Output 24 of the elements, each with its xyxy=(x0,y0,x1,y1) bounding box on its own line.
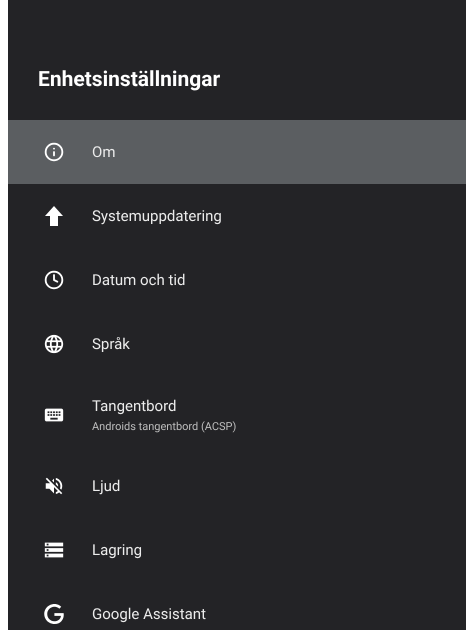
menu-item[interactable]: Systemuppdatering xyxy=(8,184,466,248)
globe-icon xyxy=(43,333,65,355)
item-subtitle: Androids tangentbord (ACSP) xyxy=(92,419,236,435)
up-arrow-icon xyxy=(44,205,64,227)
menu-item[interactable]: Lagring xyxy=(8,518,466,582)
clock-icon xyxy=(44,270,64,290)
menu-item[interactable]: Google Assistant xyxy=(8,582,466,630)
menu-item[interactable]: Ljud xyxy=(8,454,466,518)
item-label: Datum och tid xyxy=(92,270,186,291)
item-label: Google Assistant xyxy=(92,604,206,625)
muted-speaker-icon xyxy=(43,475,65,497)
menu-item[interactable]: Språk xyxy=(8,312,466,376)
item-label: Ljud xyxy=(92,476,120,497)
info-icon xyxy=(44,142,64,162)
google-icon xyxy=(44,604,64,624)
item-label: Språk xyxy=(92,334,130,355)
menu-item[interactable]: Om xyxy=(8,120,466,184)
menu-item[interactable]: Tangentbord Androids tangentbord (ACSP) xyxy=(8,376,466,454)
item-label: Om xyxy=(92,142,116,163)
panel-title: Enhetsinställningar xyxy=(38,66,220,94)
item-label: Lagring xyxy=(92,540,142,561)
item-label: Systemuppdatering xyxy=(92,206,222,227)
item-label: Tangentbord xyxy=(92,396,178,416)
menu-item[interactable]: Datum och tid xyxy=(8,248,466,312)
